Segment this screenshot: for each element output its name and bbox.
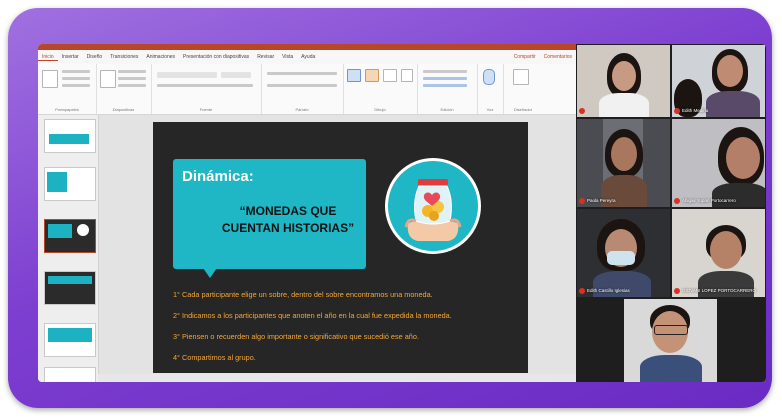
dinamica-callout: Dinámica: “MONEDAS QUE CUENTAN HISTORIAS… (173, 159, 366, 278)
tab-inicio[interactable]: Inicio (38, 54, 58, 61)
group-label: Fuente (199, 107, 213, 112)
new-slide-icon[interactable] (100, 70, 116, 88)
glasses-icon (654, 325, 688, 335)
tab-transiciones[interactable]: Transiciones (106, 54, 142, 60)
participant-name: GIOVANI LOPEZ PORTOCARRERO (682, 288, 757, 293)
muted-mic-icon (674, 108, 680, 114)
jar-icon (404, 179, 462, 241)
participant-tile[interactable]: Edith Castillo Iglesias (577, 209, 670, 297)
slide[interactable]: Dinámica: “MONEDAS QUE CUENTAN HISTORIAS… (153, 122, 528, 373)
slide-thumbnail[interactable] (44, 119, 96, 153)
participant-tile[interactable] (577, 45, 670, 117)
face-mask (607, 251, 635, 265)
muted-mic-icon (674, 198, 680, 204)
dictate-icon[interactable] (483, 69, 495, 85)
participant-name: Edith Medina (682, 108, 709, 113)
replace-button[interactable] (423, 77, 467, 80)
group-label: Diseñador (513, 107, 533, 112)
design-ideas-icon[interactable] (513, 69, 529, 85)
muted-mic-icon (674, 288, 680, 294)
slide-thumbnail[interactable] (44, 271, 96, 305)
font-name-select[interactable] (157, 72, 217, 78)
font-size-select[interactable] (221, 72, 251, 78)
step-1: 1° Cada participante elige un sobre, den… (173, 290, 433, 299)
ribbon: Portapapeles Diapositivas Fuente Párrafo (38, 64, 576, 115)
video-call-grid: Edith Medina Paola Pereyra Abigail Yupar… (576, 44, 766, 382)
ribbon-tabs: Inicio Insertar Diseño Transiciones Anim… (38, 50, 576, 64)
quick-styles-icon[interactable] (383, 69, 397, 82)
tab-presentacion[interactable]: Presentación con diapositivas (179, 54, 253, 60)
font-style-buttons[interactable] (157, 84, 253, 87)
format-painter-icon[interactable] (62, 84, 90, 87)
group-label: Portapapeles (55, 107, 79, 112)
participant-name: Abigail Yupari Portocarrero (682, 198, 736, 203)
steps-list: 1° Cada participante elige un sobre, den… (173, 284, 523, 368)
participant-tile[interactable]: Paola Pereyra (577, 119, 670, 207)
callout-title: Dinámica: (182, 168, 254, 185)
group-dibujo: Dibujo (343, 64, 418, 114)
arrange-icon[interactable] (365, 69, 379, 82)
group-edicion: Edición (417, 64, 478, 114)
tab-insertar[interactable]: Insertar (58, 54, 83, 60)
group-label: Dibujo (374, 107, 386, 112)
group-voz: Voz (477, 64, 504, 114)
screen-capture: Inicio Insertar Diseño Transiciones Anim… (38, 44, 766, 382)
participant-tile[interactable]: GIOVANI LOPEZ PORTOCARRERO (672, 209, 765, 297)
group-parrafo: Párrafo (261, 64, 344, 114)
list-buttons[interactable] (267, 72, 337, 75)
callout-body: “MONEDAS QUE CUENTAN HISTORIAS” (221, 204, 355, 235)
tab-diseno[interactable]: Diseño (83, 54, 107, 60)
section-icon[interactable] (118, 84, 146, 87)
slide-canvas: Dinámica: “MONEDAS QUE CUENTAN HISTORIAS… (99, 115, 576, 382)
find-button[interactable] (423, 70, 467, 73)
slide-thumbnail-selected[interactable] (44, 219, 96, 253)
tab-vista[interactable]: Vista (278, 54, 297, 60)
tab-animaciones[interactable]: Animaciones (142, 54, 179, 60)
share-button[interactable]: Compartir (510, 54, 540, 60)
copy-icon[interactable] (62, 77, 90, 80)
layout-icon[interactable] (118, 70, 146, 73)
slide-thumbnail-pane (38, 115, 99, 382)
reset-icon[interactable] (118, 77, 146, 80)
group-fuente: Fuente (151, 64, 262, 114)
powerpoint-window: Inicio Insertar Diseño Transiciones Anim… (38, 44, 576, 382)
comments-button[interactable]: Comentarios (540, 54, 576, 60)
cut-icon[interactable] (62, 70, 90, 73)
muted-mic-icon (579, 288, 585, 294)
participant-tile[interactable] (624, 299, 717, 382)
paste-icon[interactable] (42, 70, 58, 88)
align-buttons[interactable] (267, 84, 337, 87)
slide-thumbnail[interactable] (44, 323, 96, 357)
shapes-icon[interactable] (347, 69, 361, 82)
step-3: 3° Piensen o recuerden algo importante o… (173, 332, 419, 341)
participant-tile[interactable]: Edith Medina (672, 45, 765, 117)
group-label: Diapositivas (112, 107, 135, 112)
participant-name: Paola Pereyra (587, 198, 616, 203)
step-4: 4° Compartimos al grupo. (173, 353, 256, 362)
select-button[interactable] (423, 84, 467, 87)
group-diapositivas: Diapositivas (96, 64, 152, 114)
step-2: 2° Indicamos a los participantes que ano… (173, 311, 452, 320)
group-label: Voz (486, 107, 494, 112)
coin-jar-illustration (385, 158, 481, 254)
muted-mic-icon (579, 108, 585, 114)
muted-mic-icon (579, 198, 585, 204)
participant-tile[interactable]: Abigail Yupari Portocarrero (672, 119, 765, 207)
participant-name: Edith Castillo Iglesias (587, 288, 630, 293)
slide-thumbnail[interactable] (44, 167, 96, 201)
group-disenador: Diseñador (503, 64, 543, 114)
tab-ayuda[interactable]: Ayuda (297, 54, 319, 60)
tab-revisar[interactable]: Revisar (253, 54, 278, 60)
group-label: Edición (440, 107, 454, 112)
slide-thumbnail[interactable] (44, 367, 96, 382)
group-label: Párrafo (295, 107, 309, 112)
status-bar (98, 374, 576, 382)
group-portapapeles: Portapapeles (38, 64, 97, 114)
fill-icon[interactable] (401, 69, 413, 82)
